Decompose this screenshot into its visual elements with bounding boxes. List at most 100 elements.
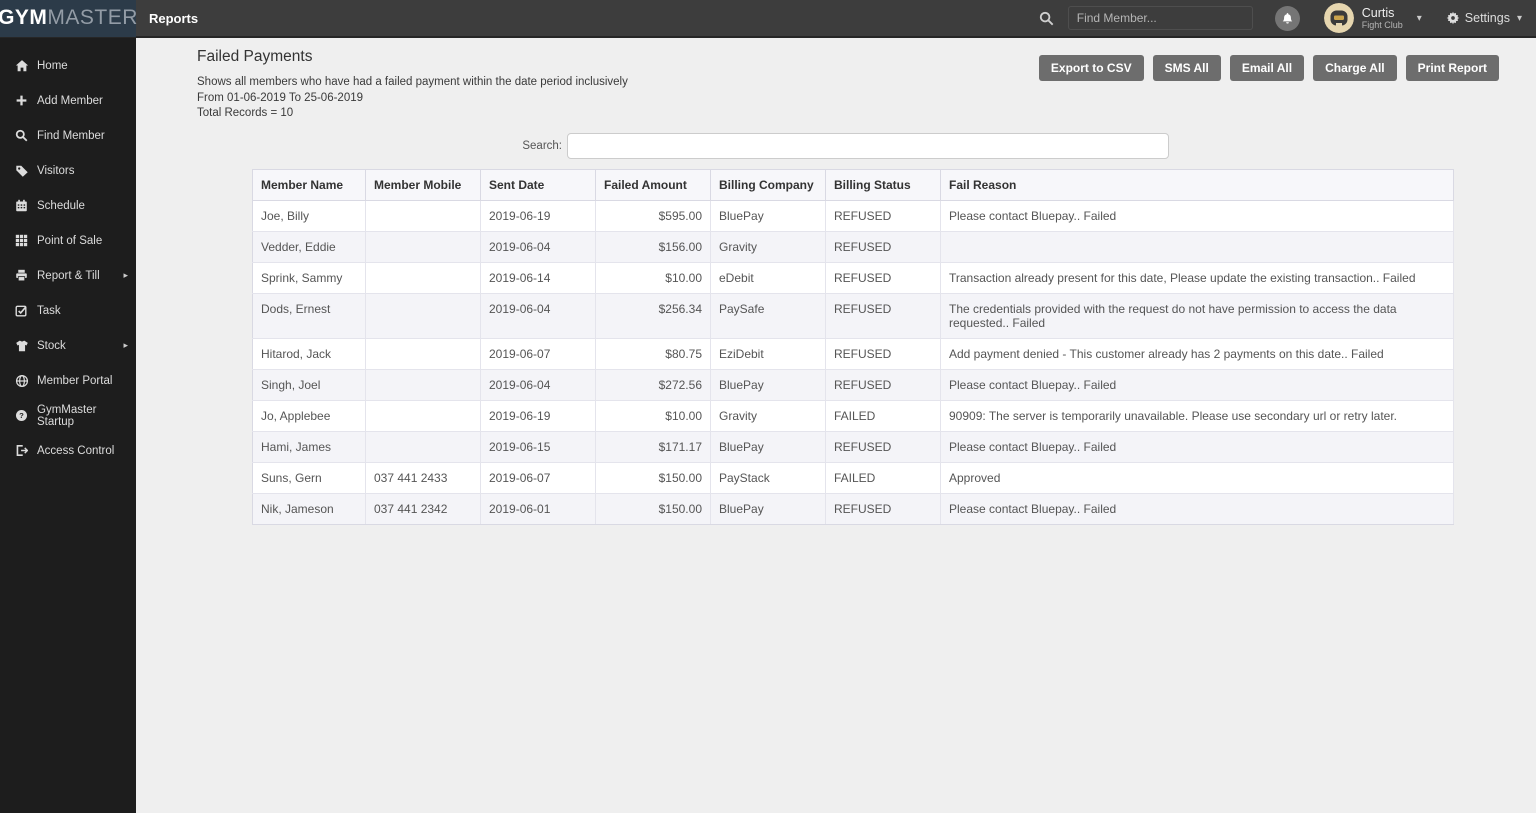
cell-failed-amount: $150.00	[596, 494, 711, 525]
main-content: Failed Payments Shows all members who ha…	[136, 38, 1536, 813]
check-square-icon	[14, 303, 29, 318]
cell-billing-company: BluePay	[711, 432, 826, 463]
cell-fail-reason: The credentials provided with the reques…	[941, 294, 1454, 339]
sidebar-item-schedule[interactable]: Schedule	[0, 188, 136, 223]
table-row[interactable]: Suns, Gern 037 441 2433 2019-06-07 $150.…	[253, 463, 1454, 494]
sidebar-item-label: Visitors	[37, 165, 75, 177]
sidebar-item-report-till[interactable]: Report & Till ▸	[0, 258, 136, 293]
report-total-records: Total Records = 10	[197, 106, 628, 122]
column-header-billing-status[interactable]: Billing Status	[826, 170, 941, 201]
cell-member-mobile	[366, 294, 481, 339]
sidebar-item-point-of-sale[interactable]: Point of Sale	[0, 223, 136, 258]
email-all-button[interactable]: Email All	[1230, 55, 1304, 81]
cell-member-name: Dods, Ernest	[253, 294, 366, 339]
user-club: Fight Club	[1362, 20, 1403, 30]
sidebar-item-task[interactable]: Task	[0, 293, 136, 328]
cell-failed-amount: $150.00	[596, 463, 711, 494]
table-search-row: Search:	[514, 133, 1169, 159]
table-row[interactable]: Vedder, Eddie 2019-06-04 $156.00 Gravity…	[253, 232, 1454, 263]
logo-master-text: MASTER	[47, 6, 138, 30]
charge-all-button[interactable]: Charge All	[1313, 55, 1397, 81]
column-header-member-mobile[interactable]: Member Mobile	[366, 170, 481, 201]
sidebar-item-visitors[interactable]: Visitors	[0, 153, 136, 188]
table-row[interactable]: Sprink, Sammy 2019-06-14 $10.00 eDebit R…	[253, 263, 1454, 294]
svg-text:?: ?	[19, 411, 24, 420]
avatar[interactable]	[1324, 3, 1354, 33]
cell-member-mobile	[366, 339, 481, 370]
table-row[interactable]: Singh, Joel 2019-06-04 $272.56 BluePay R…	[253, 370, 1454, 401]
cell-failed-amount: $595.00	[596, 201, 711, 232]
cell-member-mobile: 037 441 2433	[366, 463, 481, 494]
table-row[interactable]: Jo, Applebee 2019-06-19 $10.00 Gravity F…	[253, 401, 1454, 432]
cell-member-name: Hitarod, Jack	[253, 339, 366, 370]
cell-failed-amount: $171.17	[596, 432, 711, 463]
cell-failed-amount: $80.75	[596, 339, 711, 370]
settings-menu[interactable]: Settings ▾	[1446, 11, 1522, 25]
table-row[interactable]: Joe, Billy 2019-06-19 $595.00 BluePay RE…	[253, 201, 1454, 232]
submenu-caret-icon: ▸	[123, 270, 128, 281]
cell-billing-company: EziDebit	[711, 339, 826, 370]
cell-member-mobile	[366, 201, 481, 232]
search-icon[interactable]	[1039, 11, 1054, 26]
column-header-billing-company[interactable]: Billing Company	[711, 170, 826, 201]
cell-member-name: Hami, James	[253, 432, 366, 463]
sidebar-item-label: GymMaster Startup	[37, 404, 128, 428]
cell-billing-company: Gravity	[711, 401, 826, 432]
sidebar-item-member-portal[interactable]: Member Portal	[0, 363, 136, 398]
tag-icon	[14, 163, 29, 178]
column-header-fail-reason[interactable]: Fail Reason	[941, 170, 1454, 201]
table-row[interactable]: Hitarod, Jack 2019-06-07 $80.75 EziDebit…	[253, 339, 1454, 370]
find-member-input[interactable]	[1068, 6, 1253, 30]
print-report-button[interactable]: Print Report	[1406, 55, 1499, 81]
sidebar-item-gymmaster-startup[interactable]: ? GymMaster Startup	[0, 398, 136, 433]
table-row[interactable]: Dods, Ernest 2019-06-04 $256.34 PaySafe …	[253, 294, 1454, 339]
column-header-failed-amount[interactable]: Failed Amount	[596, 170, 711, 201]
sidebar-item-stock[interactable]: Stock ▸	[0, 328, 136, 363]
sms-all-button[interactable]: SMS All	[1153, 55, 1221, 81]
cell-billing-company: PayStack	[711, 463, 826, 494]
table-row[interactable]: Nik, Jameson 037 441 2342 2019-06-01 $15…	[253, 494, 1454, 525]
question-circle-icon: ?	[14, 408, 29, 423]
column-header-member-name[interactable]: Member Name	[253, 170, 366, 201]
sidebar-item-find-member[interactable]: Find Member	[0, 118, 136, 153]
export-csv-button[interactable]: Export to CSV	[1039, 55, 1144, 81]
settings-label: Settings	[1465, 11, 1510, 25]
cell-sent-date: 2019-06-04	[481, 370, 596, 401]
cell-fail-reason: Please contact Bluepay.. Failed	[941, 201, 1454, 232]
sidebar-item-label: Stock	[37, 340, 66, 352]
sidebar-item-label: Home	[37, 60, 68, 72]
cell-member-name: Jo, Applebee	[253, 401, 366, 432]
sidebar-item-label: Point of Sale	[37, 235, 102, 247]
column-header-sent-date[interactable]: Sent Date	[481, 170, 596, 201]
cell-sent-date: 2019-06-19	[481, 201, 596, 232]
table-row[interactable]: Hami, James 2019-06-15 $171.17 BluePay R…	[253, 432, 1454, 463]
tshirt-icon	[14, 338, 29, 353]
cell-billing-status: REFUSED	[826, 232, 941, 263]
report-search-input[interactable]	[567, 133, 1169, 159]
cell-fail-reason: Please contact Bluepay.. Failed	[941, 432, 1454, 463]
logo-gym-text: GYM	[0, 6, 47, 30]
cell-sent-date: 2019-06-15	[481, 432, 596, 463]
cell-member-name: Sprink, Sammy	[253, 263, 366, 294]
bell-icon	[1281, 12, 1294, 25]
sidebar-item-label: Schedule	[37, 200, 85, 212]
cell-billing-company: BluePay	[711, 494, 826, 525]
report-toolbar: Export to CSV SMS All Email All Charge A…	[1039, 55, 1499, 81]
cell-member-name: Suns, Gern	[253, 463, 366, 494]
cell-billing-status: REFUSED	[826, 494, 941, 525]
cell-billing-status: REFUSED	[826, 294, 941, 339]
globe-icon	[14, 373, 29, 388]
notifications-button[interactable]	[1275, 6, 1300, 31]
cell-fail-reason: 90909: The server is temporarily unavail…	[941, 401, 1454, 432]
cell-fail-reason: Transaction already present for this dat…	[941, 263, 1454, 294]
sidebar-item-access-control[interactable]: Access Control	[0, 433, 136, 468]
cell-billing-status: REFUSED	[826, 339, 941, 370]
calendar-icon	[14, 198, 29, 213]
app-logo[interactable]: GYMMASTER	[0, 0, 136, 37]
user-menu[interactable]: Curtis Fight Club	[1362, 6, 1403, 31]
sidebar-item-add-member[interactable]: Add Member	[0, 83, 136, 118]
report-date-range: From 01-06-2019 To 25-06-2019	[197, 91, 628, 107]
user-menu-caret-icon[interactable]: ▾	[1417, 13, 1422, 24]
grid-icon	[14, 233, 29, 248]
sidebar-item-home[interactable]: Home	[0, 48, 136, 83]
